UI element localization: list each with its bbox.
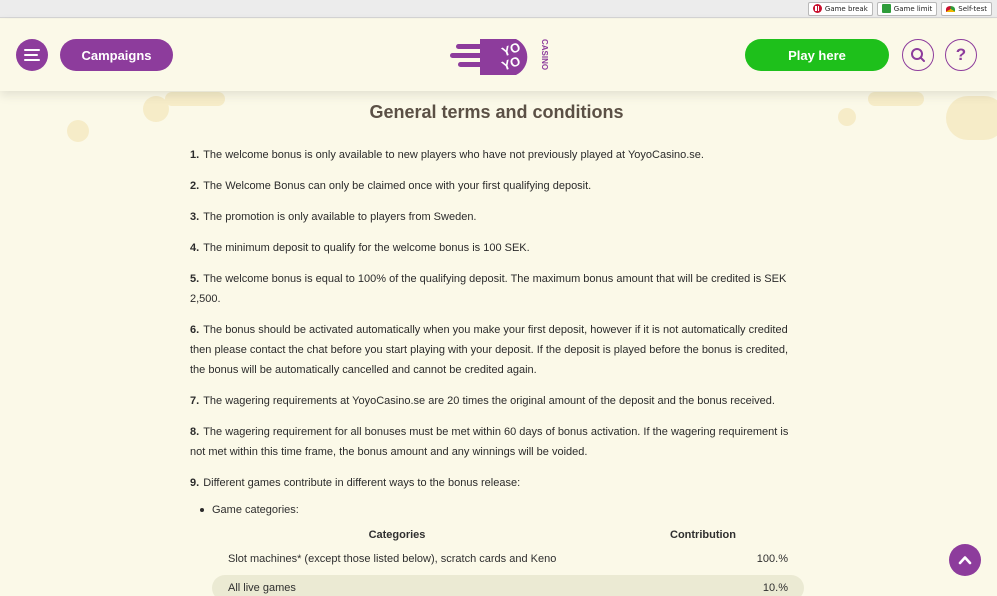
term-item: 8. The wagering requirement for all bonus… — [190, 422, 806, 462]
term-item: 5. The welcome bonus is equal to 100% of … — [190, 269, 806, 309]
hamburger-icon-line — [24, 59, 40, 61]
term-text: The bonus should be activated automatica… — [190, 324, 789, 376]
hamburger-icon-line — [24, 54, 38, 56]
table-row: All live games 10.% — [212, 575, 804, 596]
term-number: 9. — [190, 477, 200, 489]
term-text: The welcome bonus is only available to n… — [203, 149, 704, 161]
term-number: 2. — [190, 180, 200, 192]
contribution-table: Categories Contribution Slot machines* (… — [212, 524, 804, 596]
decor-blob — [946, 96, 997, 140]
row-contribution: 10.% — [762, 582, 788, 594]
term-text: The wagering requirements at YoyoCasino.… — [203, 395, 775, 407]
search-icon — [911, 48, 925, 62]
question-mark-icon: ? — [955, 45, 967, 64]
site-header: Campaigns YO YO CASINO Play here ? — [0, 19, 997, 91]
term-number: 8. — [190, 426, 200, 438]
scroll-to-top-button[interactable] — [949, 544, 981, 576]
term-text: The Welcome Bonus can only be claimed on… — [203, 180, 592, 192]
self-test-label: Self-test — [958, 4, 987, 13]
logo-casino: CASINO — [540, 39, 549, 70]
gauge-icon — [946, 5, 956, 12]
term-number: 1. — [190, 149, 200, 161]
decor-blob — [838, 108, 856, 126]
yoyo-casino-logo[interactable]: YO YO CASINO — [450, 33, 550, 79]
term-item: 3. The promotion is only available to pla… — [190, 207, 806, 227]
game-break-label: Game break — [824, 4, 868, 13]
game-break-button[interactable]: Game break — [807, 1, 873, 16]
row-category: Slot machines* (except those listed belo… — [228, 553, 557, 565]
term-text: The welcome bonus is equal to 100% of th… — [190, 273, 787, 305]
game-categories-bullet: Game categories: — [200, 500, 810, 520]
term-item: 4. The minimum deposit to qualify for the… — [190, 238, 806, 258]
term-text: The promotion is only available to playe… — [203, 211, 477, 223]
header-categories: Categories — [368, 529, 426, 541]
term-item: 9. Different games contribute in differen… — [190, 473, 806, 493]
term-number: 7. — [190, 395, 200, 407]
terms-list: 1. The welcome bonus is only available to… — [190, 145, 810, 493]
term-text: The wagering requirement for all bonuses… — [190, 426, 789, 458]
pause-icon — [812, 4, 822, 13]
term-item: 6. The bonus should be activated automati… — [190, 320, 806, 380]
help-button[interactable]: ? — [945, 39, 977, 71]
play-here-button[interactable]: Play here — [745, 39, 889, 71]
game-limit-label: Game limit — [893, 4, 933, 13]
table-row: Slot machines* (except those listed belo… — [212, 546, 804, 572]
logo-icon: YO YO CASINO — [450, 39, 549, 75]
term-item: 2. The Welcome Bonus can only be claimed … — [190, 176, 806, 196]
term-number: 4. — [190, 242, 200, 254]
hamburger-icon — [24, 49, 40, 51]
term-number: 3. — [190, 211, 200, 223]
decor-blob — [67, 120, 89, 142]
menu-button[interactable] — [16, 39, 48, 71]
chevron-up-icon — [958, 556, 972, 565]
term-item: 7. The wagering requirements at YoyoCasin… — [190, 391, 806, 411]
term-item: 1. The welcome bonus is only available to… — [190, 145, 806, 165]
game-limit-button[interactable]: Game limit — [876, 1, 938, 16]
bullet-text: Game categories: — [212, 504, 299, 516]
term-number: 6. — [190, 324, 200, 336]
header-contribution: Contribution — [670, 529, 736, 541]
decor-blob — [868, 92, 924, 106]
term-text: The minimum deposit to qualify for the w… — [203, 242, 530, 254]
limit-icon — [881, 4, 891, 13]
terms-content: General terms and conditions 1. The welco… — [190, 91, 810, 520]
campaigns-button[interactable]: Campaigns — [60, 39, 173, 71]
row-contribution: 100.% — [756, 553, 788, 565]
bullet-dot-icon — [200, 508, 204, 512]
self-test-button[interactable]: Self-test — [941, 1, 992, 16]
term-text: Different games contribute in different … — [203, 477, 521, 489]
responsible-gaming-bar: Game break Game limit Self-test — [0, 0, 997, 18]
row-category: All live games — [228, 582, 296, 594]
table-header: Categories Contribution — [212, 524, 804, 546]
search-button[interactable] — [902, 39, 934, 71]
page-title: General terms and conditions — [369, 102, 624, 122]
term-number: 5. — [190, 273, 200, 285]
